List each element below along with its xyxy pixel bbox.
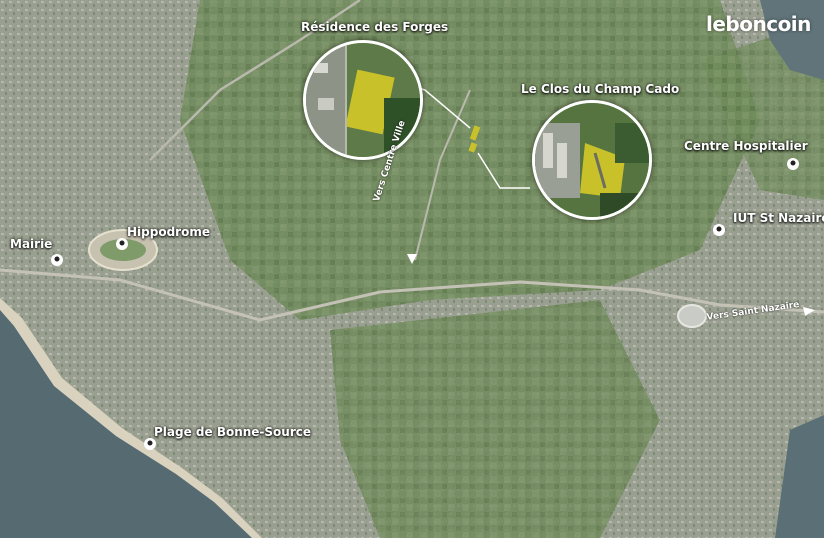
place-label-residence: Résidence des Forges bbox=[301, 20, 449, 34]
place-label-hospital: Centre Hospitalier bbox=[684, 139, 808, 153]
place-label-clos: Le Clos du Champ Cado bbox=[521, 82, 680, 96]
arrow-down-icon bbox=[407, 254, 417, 264]
place-label-plage: Plage de Bonne-Source bbox=[154, 425, 312, 439]
satellite-map[interactable]: Résidence des Forges Le Clos du Champ Ca… bbox=[0, 0, 824, 538]
map-pin-icon[interactable] bbox=[786, 157, 800, 171]
leboncoin-logo: leboncoin bbox=[706, 12, 811, 36]
place-label-mairie: Mairie bbox=[10, 237, 53, 251]
map-pin-icon[interactable] bbox=[115, 237, 129, 251]
inset-residence-des-forges[interactable] bbox=[303, 40, 423, 160]
map-pin-icon[interactable] bbox=[50, 253, 64, 267]
arrow-right-icon bbox=[803, 307, 815, 316]
place-label-iut: IUT St Nazaire bbox=[733, 211, 824, 225]
map-pin-icon[interactable] bbox=[143, 437, 157, 451]
map-pin-icon[interactable] bbox=[712, 223, 726, 237]
place-label-hippodrome: Hippodrome bbox=[127, 225, 210, 239]
inset-clos-du-champ-cado[interactable] bbox=[532, 100, 652, 220]
